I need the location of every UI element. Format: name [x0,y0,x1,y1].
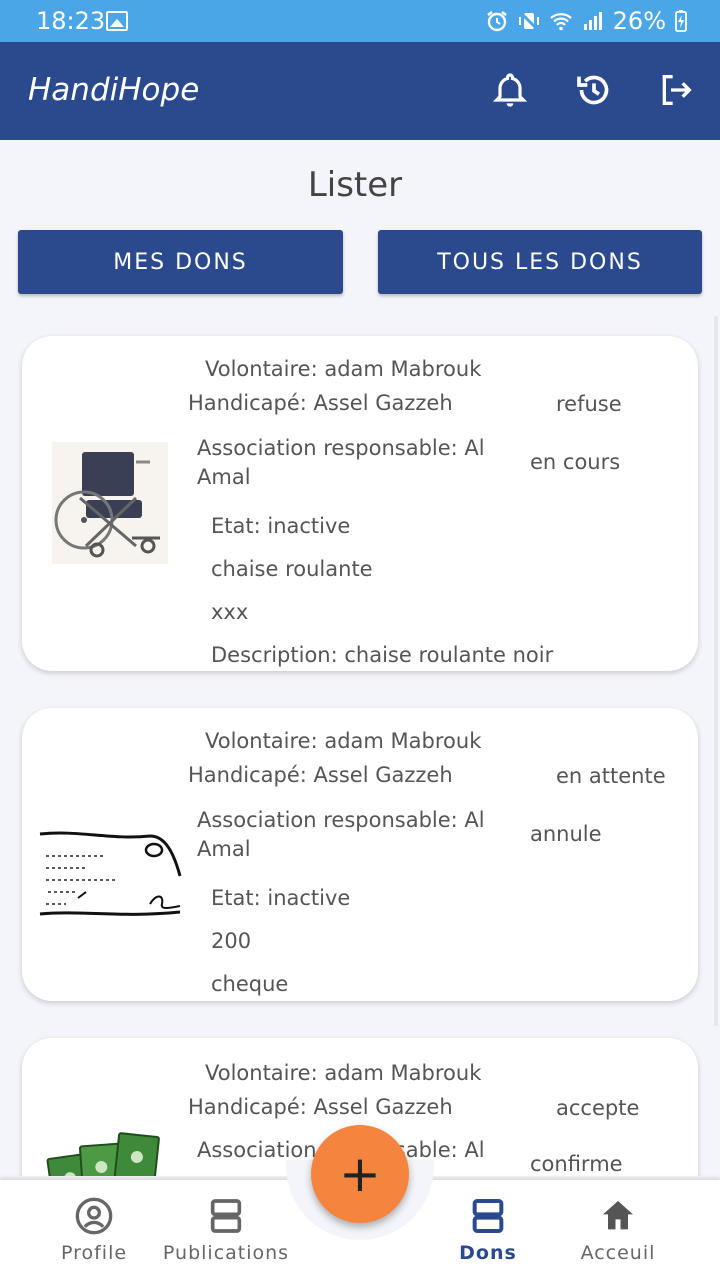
logout-icon[interactable] [656,70,696,110]
nav-accueil[interactable]: Acceuil [548,1196,688,1264]
battery-percent: 26% [612,7,666,35]
battery-charging-icon [675,10,687,32]
alarm-icon [486,11,507,32]
nav-label: Acceuil [580,1242,656,1264]
signal-icon [583,12,602,30]
add-don-button[interactable]: + [311,1125,409,1223]
nav-publications[interactable]: Publications [156,1196,296,1264]
don-state: confirme [530,1152,623,1176]
wifi-icon [549,13,572,31]
nav-profile[interactable]: Profile [24,1196,164,1264]
nav-label: Profile [60,1242,128,1264]
don-field: cheque [211,972,289,996]
publications-icon [210,1199,242,1233]
don-etat: Etat: inactive [211,514,351,538]
status-time: 18:23 [36,7,106,35]
history-icon[interactable] [574,70,614,110]
dons-icon [472,1199,504,1233]
don-association: Association responsable: Al Amal [197,436,485,489]
don-card[interactable]: Volontaire: adam Mabrouk Handicapé: Asse… [22,708,698,1001]
don-field: chaise roulante [211,557,373,581]
don-volontaire: Volontaire: adam Mabrouk [205,357,482,381]
home-icon [603,1201,633,1230]
money-image [46,1126,182,1176]
don-status: refuse [556,392,622,416]
don-field: xxx [211,600,249,624]
wheelchair-image [52,442,168,564]
nav-label: Dons [459,1242,517,1264]
nav-dons[interactable]: Dons [418,1196,558,1264]
app-title: HandiHope [28,72,200,108]
don-status: accepte [556,1096,640,1120]
scrollbar[interactable] [714,316,718,1026]
dons-list[interactable]: Volontaire: adam Mabrouk Handicapé: Asse… [0,316,720,1176]
don-card[interactable]: Volontaire: adam Mabrouk Handicapé: Asse… [22,336,698,671]
don-handicape: Handicapé: Assel Gazzeh [188,1095,453,1119]
don-state: annule [530,822,602,846]
image-notification-icon [106,11,128,31]
status-bar: 18:23 26% [0,0,720,42]
don-volontaire: Volontaire: adam Mabrouk [205,729,482,753]
mes-dons-button[interactable]: MES DONS [18,230,343,294]
account-circle-icon [75,1197,113,1235]
don-handicape: Handicapé: Assel Gazzeh [188,763,453,787]
don-volontaire: Volontaire: adam Mabrouk [205,1061,482,1085]
don-state: en cours [530,450,621,474]
don-description: Description: chaise roulante noir [211,643,554,667]
don-field: 200 [211,929,252,953]
don-handicape: Handicapé: Assel Gazzeh [188,391,453,415]
don-association: Association responsable: Al Amal [197,808,485,861]
page-title: Lister [307,165,403,205]
cheque-image [38,826,182,926]
tous-les-dons-button[interactable]: TOUS LES DONS [378,230,702,294]
don-etat: Etat: inactive [211,886,351,910]
notification-bell-icon[interactable] [490,70,530,110]
don-status: en attente [556,764,666,788]
status-icons: 26% [485,6,688,36]
app-bar: HandiHope [0,42,720,140]
vibrate-icon [518,11,539,31]
nav-label: Publications [162,1242,290,1264]
